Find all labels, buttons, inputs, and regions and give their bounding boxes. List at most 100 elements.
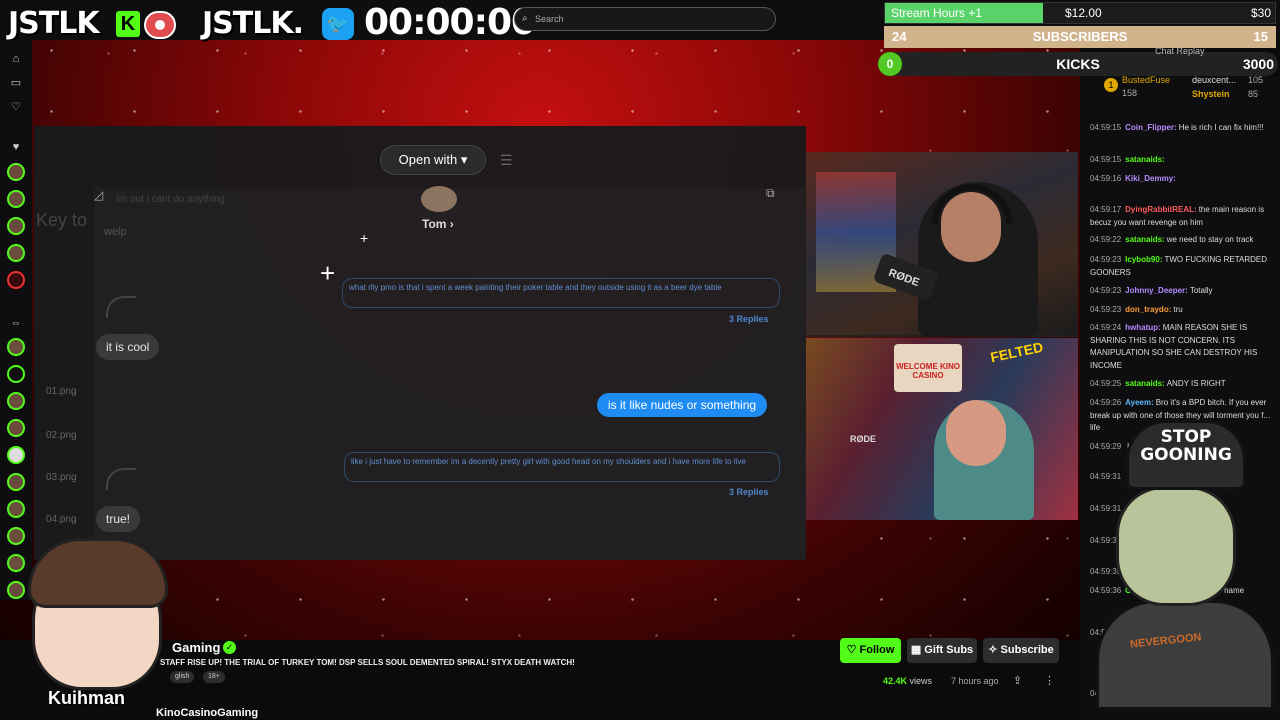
language-tag[interactable]: glish bbox=[170, 671, 195, 683]
channel-logo-secondary: JSTLK. bbox=[202, 6, 304, 41]
kicks-label: KICKS bbox=[1056, 56, 1100, 72]
chat-username[interactable]: satanaids: bbox=[1125, 379, 1165, 388]
following-icon[interactable]: ♡ bbox=[9, 100, 23, 114]
stream-page: JSTLK K JSTLK. 🐦 00:00:00 ⌕ Search Strea… bbox=[0, 0, 1280, 720]
contact-name[interactable]: Tom › bbox=[422, 217, 454, 231]
gift-subs-button[interactable]: ▦ Gift Subs bbox=[907, 638, 977, 663]
chat-username[interactable]: don_traydo: bbox=[1125, 305, 1171, 314]
cartoon-mascot: Kuihman bbox=[22, 530, 172, 708]
settings-sliders-icon[interactable]: ☰ bbox=[500, 152, 513, 169]
faded-side-text: Key to bbox=[36, 210, 88, 230]
followed-channel-avatar[interactable] bbox=[7, 271, 25, 289]
felted-sign: FELTED bbox=[988, 338, 1045, 366]
share-icon[interactable]: ⇪ bbox=[1013, 674, 1022, 687]
back-icon[interactable]: ◿ bbox=[94, 188, 103, 202]
gifter-count: 158 bbox=[1122, 88, 1138, 98]
chat-timestamp: 04:59:24 bbox=[1090, 323, 1122, 332]
recommended-channel-avatar[interactable] bbox=[7, 500, 25, 518]
chat-text: we need to stay on track bbox=[1166, 235, 1254, 244]
heart-icon: ♡ bbox=[846, 644, 857, 656]
sent-bubble: is it like nudes or something bbox=[597, 393, 768, 417]
gifter-leader[interactable]: deuxcent... bbox=[1192, 75, 1236, 85]
trophy-icon: 1 bbox=[1104, 78, 1118, 92]
gifter-count: 85 bbox=[1248, 89, 1259, 99]
followed-channel-avatar[interactable] bbox=[7, 190, 25, 208]
stream-age: 7 hours ago bbox=[951, 676, 999, 686]
chat-username[interactable]: DyingRabbitREAL: bbox=[1125, 205, 1197, 214]
record-icon bbox=[144, 11, 176, 39]
contact-avatar[interactable] bbox=[421, 186, 457, 212]
mature-tag[interactable]: 18+ bbox=[203, 671, 225, 683]
chat-username[interactable]: satanaids: bbox=[1125, 155, 1165, 164]
twitter-icon: 🐦 bbox=[322, 8, 354, 40]
faded-file-item: 02.png bbox=[46, 430, 77, 441]
chat-message: 04:59:23 don_traydo: tru bbox=[1090, 304, 1276, 317]
chat-username[interactable]: Icybob90: bbox=[1125, 255, 1162, 264]
goal-target: $30 bbox=[1250, 6, 1271, 20]
chat-username[interactable]: Coin_Flipper: bbox=[1125, 123, 1177, 132]
subscribe-button[interactable]: ✧ Subscribe bbox=[983, 638, 1059, 663]
chat-timestamp: 04:59:23 bbox=[1090, 255, 1122, 264]
recommended-channel-avatar[interactable] bbox=[7, 392, 25, 410]
recommended-channel-avatar[interactable] bbox=[7, 365, 25, 383]
kicks-goal: 0 KICKS 3000 bbox=[878, 52, 1278, 76]
guest-face bbox=[946, 400, 1006, 466]
faded-file-item: 03.png bbox=[46, 472, 77, 483]
chat-message: 04:59:15 Coin_Flipper: He is rich I can fi… bbox=[1090, 122, 1276, 135]
chat-text: He is rich I can fix him!!! bbox=[1178, 123, 1264, 132]
chat-timestamp: 04:59:23 bbox=[1090, 305, 1122, 314]
expand-icon[interactable]: ⇔ bbox=[9, 316, 23, 330]
recommended-channel-avatar[interactable] bbox=[7, 446, 25, 464]
follow-button[interactable]: ♡ Follow bbox=[840, 638, 901, 663]
more-options-icon[interactable]: ⋮ bbox=[1044, 674, 1055, 687]
gifter-leader[interactable]: Shystein bbox=[1192, 89, 1230, 99]
welcome-sign: WELCOME KINO CASINO bbox=[894, 344, 962, 392]
window-icon[interactable]: ⧉ bbox=[766, 186, 775, 201]
chat-message: 04:59:24 hwhatup: MAIN REASON SHE IS SHARI… bbox=[1090, 322, 1276, 372]
character-head bbox=[1116, 486, 1236, 606]
mascot-name: Kuihman bbox=[48, 688, 126, 708]
received-bubble: true! bbox=[96, 506, 141, 532]
message-thread bbox=[94, 188, 806, 560]
reply-preview-2[interactable]: like i just have to remember im a decent… bbox=[344, 452, 780, 482]
crosshair-small-icon: + bbox=[360, 230, 369, 246]
reply-preview-1[interactable]: what rlly pmo is that i spent a week pai… bbox=[342, 278, 780, 308]
chat-text: Totally bbox=[1189, 286, 1213, 295]
browse-icon[interactable]: ▭ bbox=[9, 76, 23, 90]
chat-text: tru bbox=[1173, 305, 1183, 314]
chat-overlay-character: STOP GOONING NEVERGOON bbox=[1090, 420, 1280, 710]
followed-channel-avatar[interactable] bbox=[7, 244, 25, 262]
chat-message: 04:59:15 satanaids: bbox=[1090, 154, 1276, 167]
mascot-hair bbox=[28, 538, 168, 608]
chat-username[interactable]: hwhatup: bbox=[1125, 323, 1161, 332]
channel-handle[interactable]: KinoCasinoGaming bbox=[156, 707, 258, 719]
chat-username[interactable]: Ayeem: bbox=[1125, 398, 1154, 407]
chat-username[interactable]: Johnny_Deeper: bbox=[1125, 286, 1188, 295]
goal-current: $12.00 bbox=[1065, 6, 1102, 20]
webcam-host: RØDE bbox=[806, 152, 1078, 337]
recommended-channel-avatar[interactable] bbox=[7, 473, 25, 491]
chat-text: ANDY IS RIGHT bbox=[1166, 379, 1226, 388]
replies-count-1[interactable]: 3 Replies bbox=[729, 314, 769, 324]
subscribers-goal: 24 SUBSCRIBERS 15 bbox=[884, 26, 1276, 48]
gifter-leader[interactable]: BustedFuse bbox=[1122, 75, 1170, 85]
chat-timestamp: 04:59:23 bbox=[1090, 286, 1122, 295]
character-body bbox=[1096, 600, 1274, 710]
search-input[interactable]: ⌕ Search bbox=[514, 7, 776, 31]
kick-logo-icon: K bbox=[116, 11, 140, 37]
followed-channel-avatar[interactable] bbox=[7, 217, 25, 235]
view-count: 42.4K views bbox=[883, 676, 933, 686]
chat-timestamp: 04:59:16 bbox=[1090, 174, 1122, 183]
chat-replay-header: Chat Replay bbox=[1155, 46, 1205, 56]
home-icon[interactable]: ⌂ bbox=[9, 52, 23, 66]
recommended-channel-avatar[interactable] bbox=[7, 338, 25, 356]
chat-username[interactable]: satanaids: bbox=[1125, 235, 1165, 244]
recommended-channel-avatar[interactable] bbox=[7, 419, 25, 437]
chat-message: 04:59:23 Johnny_Deeper: Totally bbox=[1090, 285, 1276, 298]
open-with-button[interactable]: Open with ▾ bbox=[380, 145, 486, 175]
chat-timestamp: 04:59:26 bbox=[1090, 398, 1122, 407]
followed-channel-avatar[interactable] bbox=[7, 163, 25, 181]
channel-name[interactable]: Gaming bbox=[172, 640, 220, 655]
replies-count-2[interactable]: 3 Replies bbox=[729, 487, 769, 497]
chat-username[interactable]: Kiki_Demmy: bbox=[1125, 174, 1176, 183]
